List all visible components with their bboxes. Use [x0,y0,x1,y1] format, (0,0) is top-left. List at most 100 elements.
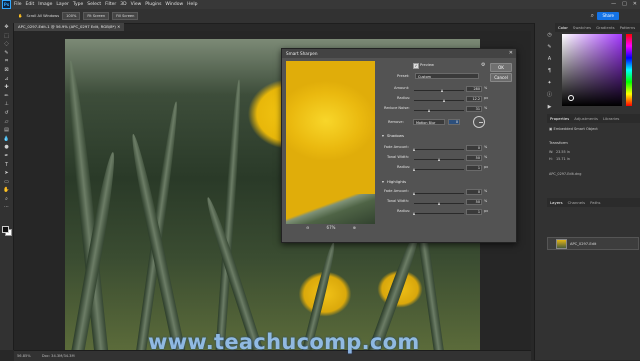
blur-tool-icon[interactable]: 💧 [0,135,13,144]
reduce-noise-slider-thumb[interactable] [428,109,430,112]
maximize-icon[interactable]: □ [622,1,627,7]
radius-slider[interactable] [414,100,464,101]
share-button[interactable]: Share [597,12,619,20]
hand-tool-icon[interactable]: ✋ [0,186,13,195]
menu-select[interactable]: Select [87,2,101,7]
menu-plugins[interactable]: Plugins [145,2,161,7]
minimize-icon[interactable]: — [611,1,616,7]
info-icon[interactable]: ⓘ [545,91,554,100]
shadows-tonal-value[interactable]: 50 [466,155,482,161]
tab-adjustments[interactable]: Adjustments [574,116,598,121]
history-icon[interactable]: ◷ [545,31,554,40]
menu-layer[interactable]: Layer [56,2,69,7]
actions-icon[interactable]: ▶ [545,103,554,112]
gradient-tool-icon[interactable]: ▤ [0,126,13,135]
tab-swatches[interactable]: Swatches [573,25,591,30]
layer-row[interactable]: APC_0297-Edit [547,237,639,250]
width-value[interactable]: 23.55 in [556,150,570,154]
character-icon[interactable]: A [545,55,554,64]
menu-help[interactable]: Help [187,2,197,7]
eyedropper-tool-icon[interactable]: ⊿ [0,75,13,84]
height-value[interactable]: 15.71 in [556,157,570,161]
amount-value[interactable]: 280 [466,86,482,92]
brush-tool-icon[interactable]: ✏ [0,92,13,101]
shadows-radius-thumb[interactable] [412,168,415,171]
highlights-tonal-thumb[interactable] [437,202,440,205]
rectangle-tool-icon[interactable]: ▭ [0,178,13,187]
menu-view[interactable]: View [131,2,142,7]
zoom-level[interactable]: 56.85% [17,354,31,358]
preview-image[interactable] [286,61,375,224]
shadows-fade-slider[interactable] [414,149,464,150]
frame-tool-icon[interactable]: ⊠ [0,66,13,75]
tab-gradients[interactable]: Gradients [596,25,615,30]
tab-paths[interactable]: Paths [590,200,600,205]
angle-dial[interactable] [473,116,485,128]
shadows-fade-thumb[interactable] [412,148,415,151]
shadows-radius-slider[interactable] [414,169,464,170]
menu-window[interactable]: Window [165,2,183,7]
menu-filter[interactable]: Filter [105,2,116,7]
preset-select[interactable]: Custom [415,73,479,79]
highlights-fade-thumb[interactable] [412,192,415,195]
tab-layers[interactable]: Layers [550,200,563,205]
pen-tool-icon[interactable]: ✒ [0,152,13,161]
tab-properties[interactable]: Properties [550,116,569,121]
preview-checkbox[interactable]: ✓ [413,63,419,69]
document-tab[interactable]: APC_0297-Edit-1 @ 56.9% (APC_0297 Edit, … [14,23,125,31]
shadows-fade-value[interactable]: 0 [466,145,482,151]
menu-image[interactable]: Image [38,2,52,7]
amount-slider[interactable] [414,90,464,91]
zoom-in-icon[interactable]: ⊕ [353,225,356,230]
quick-select-tool-icon[interactable]: ✎ [0,49,13,58]
fit-screen-button[interactable]: Fit Screen [83,12,110,20]
tab-channels[interactable]: Channels [568,200,586,205]
fill-screen-button[interactable]: Fill Screen [112,12,139,20]
highlights-fade-value[interactable]: 0 [466,189,482,195]
search-icon[interactable]: ⌕ [591,12,594,20]
more-tools-icon[interactable]: ⋯ [0,203,13,212]
history-brush-tool-icon[interactable]: ↺ [0,109,13,118]
angle-value[interactable]: 0 [448,119,460,125]
scroll-all-windows-checkbox[interactable]: Scroll All Windows [26,14,59,18]
healing-brush-tool-icon[interactable]: ✚ [0,83,13,92]
type-tool-icon[interactable]: T [0,161,13,170]
brush-settings-icon[interactable]: ✎ [545,43,554,52]
crop-tool-icon[interactable]: ⌗ [0,57,13,66]
highlights-chevron-icon[interactable]: ▾ [382,179,384,184]
hue-slider[interactable] [626,34,632,106]
highlights-radius-value[interactable]: 1 [466,209,482,215]
tab-patterns[interactable]: Patterns [620,25,636,30]
shadows-tonal-thumb[interactable] [437,158,440,161]
dialog-close-icon[interactable]: ✕ [509,49,513,58]
remove-select[interactable]: Motion Blur [413,119,445,125]
dodge-tool-icon[interactable]: ● [0,143,13,152]
cancel-button[interactable]: Cancel [490,73,512,82]
hand-tool-icon[interactable]: ✋ [18,14,22,18]
menu-3d[interactable]: 3D [120,2,126,7]
tab-color[interactable]: Color [558,25,568,30]
zoom-100-button[interactable]: 100% [62,12,81,20]
tab-libraries[interactable]: Libraries [603,116,619,121]
lasso-tool-icon[interactable]: ◌ [0,40,13,49]
glyphs-icon[interactable]: ✦ [545,79,554,88]
amount-slider-thumb[interactable] [440,89,443,92]
menu-type[interactable]: Type [73,2,83,7]
menu-file[interactable]: File [14,2,22,7]
move-tool-icon[interactable]: ✥ [0,23,13,32]
radius-slider-thumb[interactable] [442,99,445,102]
zoom-tool-icon[interactable]: ⌕ [0,195,13,204]
path-select-tool-icon[interactable]: ➤ [0,169,13,178]
clone-stamp-tool-icon[interactable]: ⊥ [0,100,13,109]
reduce-noise-value[interactable]: 31 [466,106,482,112]
eraser-tool-icon[interactable]: ▱ [0,118,13,127]
highlights-fade-slider[interactable] [414,193,464,194]
ok-button[interactable]: OK [490,63,512,72]
radius-value[interactable]: 12.2 [466,96,482,102]
shadows-chevron-icon[interactable]: ▾ [382,133,384,138]
foreground-color-swatch[interactable] [2,226,9,233]
menu-edit[interactable]: Edit [26,2,35,7]
paragraph-icon[interactable]: ¶ [545,67,554,76]
zoom-out-icon[interactable]: ⊖ [306,225,309,230]
highlights-tonal-value[interactable]: 50 [466,199,482,205]
